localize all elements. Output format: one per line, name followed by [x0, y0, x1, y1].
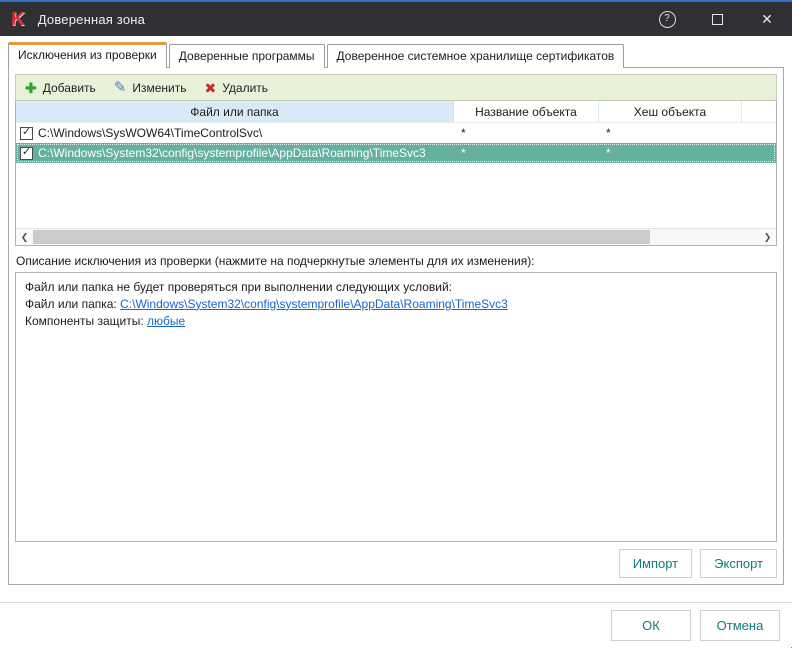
pencil-icon: ✎ [113, 79, 127, 96]
tab-trusted-programs[interactable]: Доверенные программы [168, 44, 325, 68]
column-header-spacer [742, 101, 776, 122]
scrollbar-thumb[interactable] [33, 230, 651, 244]
titlebar: K Доверенная зона ? ✕ [0, 0, 792, 36]
delete-button-label: Удалить [222, 80, 269, 95]
help-button[interactable]: ? [642, 2, 692, 36]
file-path: C:\Windows\SysWOW64\TimeControlSvc\ [38, 126, 263, 140]
row-checkbox[interactable]: ✓ [20, 146, 33, 160]
toolbar: ✚ Добавить ✎ Изменить ✖ Удалить [15, 74, 777, 101]
description-line-conditions: Файл или папка не будет проверяться при … [25, 280, 453, 294]
tab-exclusions[interactable]: Исключения из проверки [8, 42, 167, 68]
scroll-left-icon[interactable]: ❮ [16, 229, 33, 245]
file-path: C:\Windows\System32\config\systemprofile… [38, 146, 426, 160]
column-header-object-name[interactable]: Название объекта [454, 101, 599, 122]
kaspersky-logo-icon: K [10, 8, 26, 30]
table-row[interactable]: ✓ C:\Windows\SysWOW64\TimeControlSvc\ * … [16, 123, 776, 143]
components-prefix-text: Компоненты защиты: [25, 313, 148, 328]
horizontal-scrollbar[interactable]: ❮ ❯ [16, 228, 776, 245]
object-name-cell: * [461, 126, 466, 140]
table-row-selected[interactable]: ✓ C:\Windows\System32\config\systemprofi… [16, 143, 776, 163]
cancel-button[interactable]: Отмена [700, 610, 780, 641]
file-prefix-text: Файл или папка: [25, 296, 121, 311]
protection-components-link[interactable]: любые [147, 314, 185, 328]
import-export-row: Импорт Экспорт [15, 549, 777, 578]
object-name-cell: * [461, 146, 466, 160]
add-button-label: Добавить [42, 80, 96, 95]
help-icon: ? [658, 10, 676, 28]
column-header-object-hash[interactable]: Хеш объекта [599, 101, 742, 122]
window-title: Доверенная зона [37, 11, 146, 27]
row-checkbox[interactable]: ✓ [20, 126, 33, 140]
trusted-zone-window: K Доверенная зона ? ✕ Исключения из пров… [0, 0, 792, 648]
add-button[interactable]: ✚ Добавить [25, 81, 96, 95]
tab-bar: Исключения из проверки Доверенные програ… [8, 42, 625, 68]
object-hash-cell: * [606, 126, 611, 140]
table-empty-area [16, 163, 776, 228]
column-header-file-or-folder[interactable]: Файл или папка [16, 101, 454, 122]
maximize-button[interactable] [692, 2, 742, 36]
footer: ОК Отмена [0, 602, 792, 648]
object-hash-cell: * [606, 146, 611, 160]
close-button[interactable]: ✕ [742, 2, 792, 36]
file-cell: ✓ C:\Windows\SysWOW64\TimeControlSvc\ [16, 126, 454, 140]
description-label: Описание исключения из проверки (нажмите… [16, 254, 535, 268]
check-icon: ✓ [21, 146, 32, 158]
file-path-link[interactable]: C:\Windows\System32\config\systemprofile… [120, 297, 508, 311]
delete-button[interactable]: ✖ Удалить [205, 81, 269, 95]
edit-button[interactable]: ✎ Изменить [114, 80, 187, 95]
ok-button[interactable]: ОК [611, 610, 691, 641]
resize-grip[interactable] [787, 643, 789, 645]
edit-button-label: Изменить [132, 80, 187, 95]
file-cell: ✓ C:\Windows\System32\config\systemprofi… [16, 146, 454, 160]
exclusions-table: Файл или папка Название объекта Хеш объе… [15, 101, 777, 246]
import-button[interactable]: Импорт [618, 549, 693, 578]
description-line-file: Файл или папка: C:\Windows\System32\conf… [25, 296, 767, 313]
tab-trusted-cert-store[interactable]: Доверенное системное хранилище сертифика… [326, 44, 625, 68]
add-icon: ✚ [25, 79, 37, 96]
table-header: Файл или папка Название объекта Хеш объе… [16, 101, 776, 123]
scrollbar-track[interactable] [33, 229, 759, 245]
delete-icon: ✖ [204, 79, 217, 96]
titlebar-buttons: ? ✕ [642, 2, 792, 36]
maximize-icon [711, 13, 723, 25]
description-line-components: Компоненты защиты: любые [25, 313, 767, 330]
scroll-right-icon[interactable]: ❯ [759, 229, 776, 245]
exclusions-panel: ✚ Добавить ✎ Изменить ✖ Удалить Файл или… [8, 67, 784, 585]
check-icon: ✓ [21, 126, 32, 138]
description-box: Файл или папка не будет проверяться при … [15, 272, 777, 542]
close-icon: ✕ [761, 10, 773, 27]
export-button[interactable]: Экспорт [700, 549, 777, 578]
